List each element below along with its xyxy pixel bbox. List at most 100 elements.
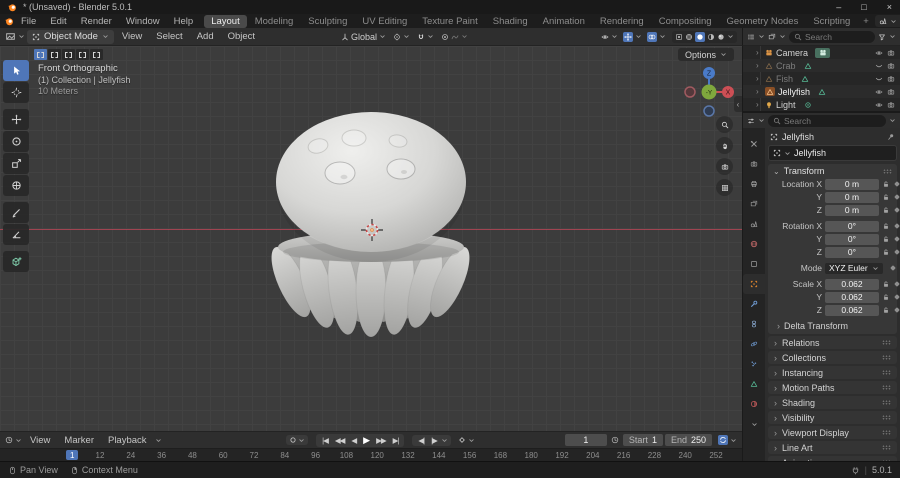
pan-button[interactable] [716,137,733,154]
playback-button-1[interactable]: ◀◀ [332,436,348,445]
gizmos-toggle[interactable] [623,32,642,42]
lock-icon[interactable] [882,180,890,188]
lock-icon[interactable] [882,206,890,214]
camera-data-icon[interactable] [815,48,830,58]
timeline-menu-playback[interactable]: Playback [102,435,153,446]
drag-grip-icon[interactable] [882,370,891,375]
window-maximize-button[interactable]: □ [861,2,866,12]
tool-transform[interactable] [3,175,29,196]
proportional-editing-controls[interactable] [441,33,468,41]
location-x-field[interactable]: 0 m [825,179,879,190]
frame-forward-button[interactable]: |▶ [428,436,440,445]
workspace-tab-modeling[interactable]: Modeling [248,15,301,28]
scale-y-field[interactable]: 0.062 [825,292,879,303]
workspace-tab-shading[interactable]: Shading [486,15,535,28]
animate-dot[interactable] [894,223,900,229]
select-mode-invert[interactable] [76,49,89,60]
auto-key-record-icon[interactable] [289,436,297,444]
start-frame-field[interactable]: Start 1 [623,434,663,446]
mode-dropdown[interactable]: Object Mode [27,30,114,44]
blender-menu-icon[interactable] [5,17,14,26]
tab-particles[interactable] [743,354,765,374]
playback-button-5[interactable]: ▶| [390,436,402,445]
tab-physics[interactable] [743,334,765,354]
camera-view-button[interactable] [716,158,733,175]
viewport-menu-select[interactable]: Select [150,31,188,42]
scale-z-field[interactable]: 0.062 [825,305,879,316]
select-mode-extend[interactable] [48,49,61,60]
select-mode-intersect[interactable] [90,49,103,60]
outliner-editor-icon[interactable] [747,33,755,41]
tabs-overflow-chevron[interactable] [743,414,765,434]
location-y-field[interactable]: 0 m [825,192,879,203]
playhead-badge[interactable]: 1 [66,450,78,460]
viewport-menu-add[interactable]: Add [191,31,220,42]
tool-add-cube[interactable] [3,251,29,272]
properties-section-shading[interactable]: Shading [768,396,897,409]
lock-icon[interactable] [882,248,890,256]
workspace-tab-texture-paint[interactable]: Texture Paint [415,15,484,28]
keying-set-controls[interactable] [458,436,475,444]
material-preview-icon[interactable] [707,33,715,41]
outliner-row-jellyfish[interactable]: Jellyfish [743,85,900,98]
expand-icon[interactable] [756,61,762,70]
overlays-toggle[interactable] [647,32,666,42]
select-mode-new[interactable] [34,49,47,60]
lock-icon[interactable] [882,235,890,243]
zoom-button[interactable] [716,116,733,133]
drag-grip-icon[interactable] [882,385,891,390]
lock-icon[interactable] [882,193,890,201]
eye-open-icon[interactable] [875,49,883,57]
render-visibility-icon[interactable] [887,101,895,109]
workspace-tab-layout[interactable]: Layout [204,15,247,28]
outliner-search[interactable]: Search [789,31,875,43]
magnet-icon[interactable] [417,33,425,41]
expand-icon[interactable] [756,48,762,57]
animate-dot[interactable] [894,194,900,200]
animate-dot[interactable] [894,249,900,255]
perspective-toggle-button[interactable] [716,179,733,196]
tab-constraints[interactable] [743,314,765,334]
lock-icon[interactable] [882,306,890,314]
drag-grip-icon[interactable] [883,169,892,174]
object-visibility-dropdown[interactable] [601,33,618,41]
menu-render[interactable]: Render [74,16,119,27]
wireframe-shading-icon[interactable] [685,33,693,41]
eye-open-icon[interactable] [875,101,883,109]
animate-dot[interactable] [894,281,900,287]
tool-cursor[interactable] [3,82,29,103]
animate-dot[interactable] [894,236,900,242]
end-frame-field[interactable]: End 250 [665,434,712,446]
stopwatch-icon[interactable] [611,436,619,444]
transform-panel-header[interactable]: Transform [768,164,897,178]
workspace-tab-animation[interactable]: Animation [536,15,592,28]
menu-help[interactable]: Help [167,16,201,27]
properties-editor-icon[interactable] [747,117,755,125]
animate-dot[interactable] [890,265,896,271]
properties-section-line-art[interactable]: Line Art [768,441,897,454]
timeline-ruler[interactable]: 1 12243648607284961081201321441561681801… [0,448,742,461]
playback-button-3[interactable]: ▶ [360,435,372,446]
menu-window[interactable]: Window [119,16,167,27]
lock-icon[interactable] [882,293,890,301]
expand-icon[interactable] [756,74,762,83]
drag-grip-icon[interactable] [882,430,891,435]
outliner-row-crab[interactable]: Crab [743,59,900,72]
tab-material[interactable] [743,394,765,414]
tab-modifiers[interactable] [743,294,765,314]
expand-icon[interactable] [756,100,762,109]
menu-edit[interactable]: Edit [43,16,73,27]
outliner-row-light[interactable]: Light [743,98,900,111]
editor-type-icon[interactable] [5,31,16,42]
workspace-tab-rendering[interactable]: Rendering [593,15,651,28]
tab-output[interactable] [743,174,765,194]
animate-dot[interactable] [894,207,900,213]
window-close-button[interactable]: × [887,2,892,12]
workspace-tab-compositing[interactable]: Compositing [652,15,719,28]
options-button[interactable]: Options [678,48,734,61]
expand-icon[interactable] [756,87,762,96]
proportional-edit-icon[interactable] [441,33,449,41]
outliner-row-camera[interactable]: Camera [743,46,900,59]
render-visibility-icon[interactable] [887,88,895,96]
workspace-tab-geometry-nodes[interactable]: Geometry Nodes [720,15,806,28]
